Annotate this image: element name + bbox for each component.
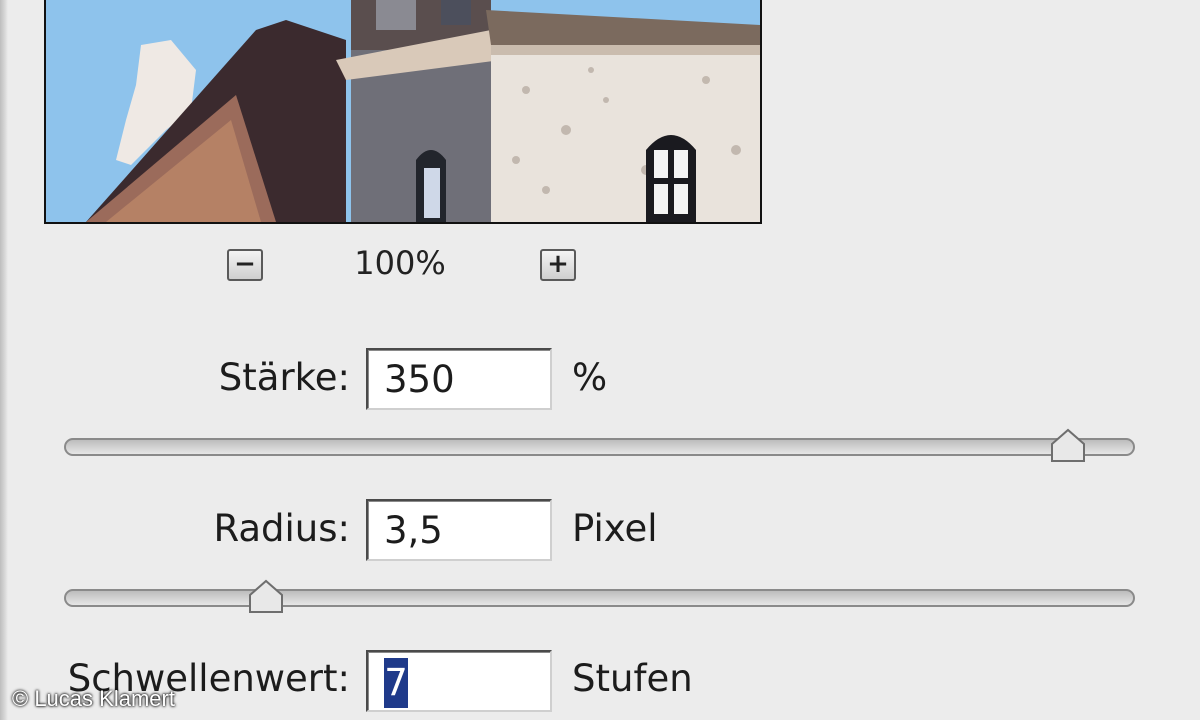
copyright-watermark: © Lucas Klamert <box>12 686 175 711</box>
dialog-left-border <box>0 0 8 720</box>
radius-input[interactable] <box>366 499 552 561</box>
strength-slider-track[interactable] <box>64 438 1135 456</box>
strength-unit: % <box>572 356 608 399</box>
radius-unit: Pixel <box>572 507 658 550</box>
threshold-value-selected: 7 <box>384 658 408 708</box>
radius-slider-track[interactable] <box>64 589 1135 607</box>
plus-icon: + <box>547 248 569 279</box>
minus-icon: − <box>234 248 256 279</box>
zoom-level: 100% <box>354 244 446 282</box>
threshold-unit: Stufen <box>572 657 693 700</box>
strength-slider-thumb[interactable] <box>1048 428 1088 464</box>
strength-input[interactable] <box>366 348 552 410</box>
filter-preview-image[interactable] <box>44 0 762 224</box>
strength-label: Stärke: <box>218 356 350 399</box>
zoom-out-button[interactable]: − <box>227 249 263 281</box>
radius-slider-thumb[interactable] <box>246 579 286 615</box>
radius-label: Radius: <box>213 507 350 550</box>
zoom-in-button[interactable]: + <box>540 249 576 281</box>
